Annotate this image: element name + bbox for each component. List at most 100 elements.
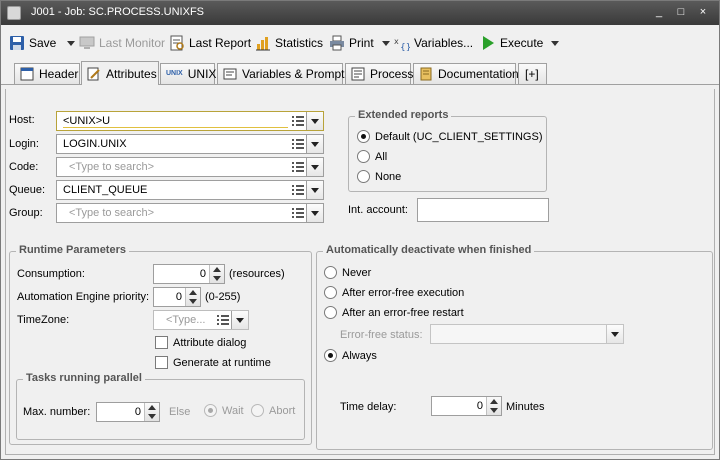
generate-at-runtime-checkbox[interactable]: Generate at runtime xyxy=(155,356,271,369)
tab-label: Process xyxy=(370,67,414,81)
svg-text:{}: {} xyxy=(400,43,410,51)
down-arrow-icon[interactable] xyxy=(490,408,498,413)
deactivate-never-radio[interactable]: Never xyxy=(324,266,371,279)
priority-label: Automation Engine priority: xyxy=(17,291,150,303)
spin-arrows[interactable] xyxy=(144,403,159,421)
tab-process[interactable]: Process xyxy=(345,63,414,84)
consumption-stepper[interactable]: 0 xyxy=(153,264,225,284)
consumption-unit: (resources) xyxy=(229,268,285,280)
chevron-down-icon[interactable] xyxy=(551,40,560,46)
group-dropdown-button[interactable] xyxy=(306,204,323,222)
group-field[interactable]: <Type to search> xyxy=(56,203,324,223)
abort-radio[interactable]: Abort xyxy=(251,404,295,417)
timezone-dropdown-button[interactable] xyxy=(231,311,248,329)
login-value: LOGIN.UNIX xyxy=(63,138,127,150)
error-free-status-dropdown-button[interactable] xyxy=(606,325,623,343)
chevron-down-icon[interactable] xyxy=(381,40,390,46)
report-none-radio[interactable]: None xyxy=(357,170,401,183)
tab-header[interactable]: Header xyxy=(14,63,80,84)
list-icon[interactable] xyxy=(291,114,305,128)
last-monitor-button[interactable]: Last Monitor xyxy=(79,33,165,53)
tab-add[interactable]: [+] xyxy=(518,63,547,84)
up-arrow-icon[interactable] xyxy=(189,290,197,295)
tab-attributes[interactable]: Attributes xyxy=(81,61,159,85)
statistics-button[interactable]: Statistics xyxy=(255,33,323,53)
print-button[interactable]: Print xyxy=(329,33,390,53)
code-dropdown-button[interactable] xyxy=(306,158,323,176)
priority-range: (0-255) xyxy=(205,291,241,303)
variables-label: Variables... xyxy=(414,36,474,50)
minimize-button[interactable]: _ xyxy=(651,5,667,19)
add-tab-label: [+] xyxy=(525,67,539,81)
spin-arrows[interactable] xyxy=(209,265,224,283)
report-default-radio[interactable]: Default (UC_CLIENT_SETTINGS) xyxy=(357,130,542,143)
login-field[interactable]: LOGIN.UNIX xyxy=(56,134,324,154)
code-field[interactable]: <Type to search> xyxy=(56,157,324,177)
checkbox-label: Generate at runtime xyxy=(173,356,271,369)
tab-documentation[interactable]: Documentation xyxy=(413,63,519,84)
spin-arrows[interactable] xyxy=(185,288,200,306)
queue-dropdown-button[interactable] xyxy=(306,181,323,199)
radio-indicator xyxy=(204,404,217,417)
floppy-disk-icon xyxy=(9,35,25,51)
login-dropdown-button[interactable] xyxy=(306,135,323,153)
radio-indicator xyxy=(357,170,370,183)
radio-indicator xyxy=(251,404,264,417)
runtime-parameters-group: Runtime Parameters Consumption: 0 (resou… xyxy=(9,244,312,445)
list-icon[interactable] xyxy=(291,137,305,151)
time-delay-stepper[interactable]: 0 xyxy=(431,396,502,416)
tab-label: Variables & Prompts xyxy=(242,67,351,81)
tab-variables-prompts[interactable]: Variables & Prompts xyxy=(217,63,351,84)
int-account-input[interactable] xyxy=(417,198,549,222)
error-free-status-select[interactable] xyxy=(430,324,624,344)
list-icon[interactable] xyxy=(291,160,305,174)
execute-button[interactable]: Execute xyxy=(480,33,560,53)
tab-label: Attributes xyxy=(106,66,157,81)
maximize-button[interactable]: □ xyxy=(673,5,689,19)
host-field[interactable]: <UNIX>U xyxy=(56,111,324,131)
extended-reports-group: Extended reports Default (UC_CLIENT_SETT… xyxy=(348,109,547,192)
execute-label: Execute xyxy=(500,36,544,50)
up-arrow-icon[interactable] xyxy=(148,405,156,410)
list-icon[interactable] xyxy=(291,183,305,197)
wait-radio[interactable]: Wait xyxy=(204,404,244,417)
extended-reports-title: Extended reports xyxy=(355,109,452,121)
host-value: <UNIX>U xyxy=(63,115,288,128)
spin-arrows[interactable] xyxy=(486,397,501,415)
save-label: Save xyxy=(29,36,57,50)
tab-unix[interactable]: UNIX UNIX xyxy=(160,63,216,84)
list-icon[interactable] xyxy=(216,313,230,327)
deactivate-title: Automatically deactivate when finished xyxy=(323,244,535,256)
close-button[interactable]: × xyxy=(695,5,711,19)
up-arrow-icon[interactable] xyxy=(213,267,221,272)
down-arrow-icon[interactable] xyxy=(148,414,156,419)
attribute-dialog-checkbox[interactable]: Attribute dialog xyxy=(155,336,246,349)
variables-button[interactable]: x{} Variables... xyxy=(394,33,473,53)
report-all-radio[interactable]: All xyxy=(357,150,387,163)
down-arrow-icon[interactable] xyxy=(213,276,221,281)
queue-field[interactable]: CLIENT_QUEUE xyxy=(56,180,324,200)
deactivate-after-error-free-restart-radio[interactable]: After an error-free restart xyxy=(324,306,464,319)
radio-label: None xyxy=(375,170,402,183)
radio-indicator xyxy=(357,130,370,143)
max-number-stepper[interactable]: 0 xyxy=(96,402,160,422)
up-arrow-icon[interactable] xyxy=(490,399,498,404)
deactivate-after-error-free-execution-radio[interactable]: After error-free execution xyxy=(324,286,464,299)
save-dropdown-button[interactable] xyxy=(59,33,75,53)
down-arrow-icon[interactable] xyxy=(189,299,197,304)
host-dropdown-button[interactable] xyxy=(306,112,323,130)
monitor-icon xyxy=(79,35,95,51)
svg-text:x: x xyxy=(394,37,399,46)
timezone-field[interactable]: <Type... xyxy=(153,310,249,330)
list-icon[interactable] xyxy=(291,206,305,220)
consumption-label: Consumption: xyxy=(17,268,85,280)
radio-indicator xyxy=(324,266,337,279)
save-button[interactable]: Save xyxy=(9,33,56,53)
last-report-button[interactable]: Last Report xyxy=(169,33,251,53)
deactivate-always-radio[interactable]: Always xyxy=(324,349,377,362)
code-label: Code: xyxy=(9,161,39,173)
priority-stepper[interactable]: 0 xyxy=(153,287,201,307)
group-label: Group: xyxy=(9,207,43,219)
checkbox-box xyxy=(155,356,168,369)
host-label: Host: xyxy=(9,114,35,126)
